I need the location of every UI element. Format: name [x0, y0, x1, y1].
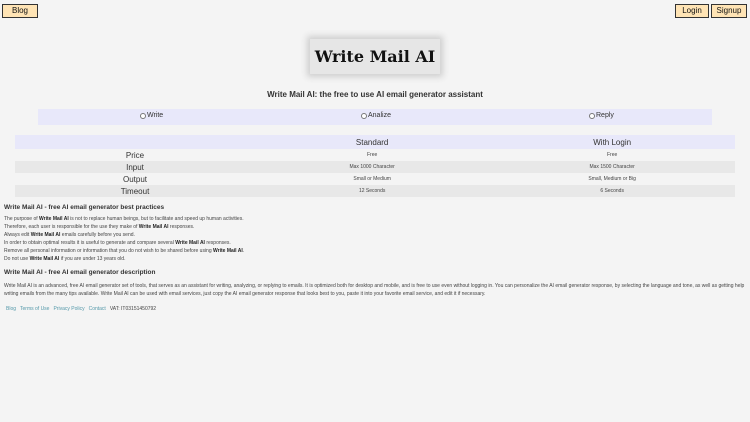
- list-item: Remove all personal information or infor…: [4, 248, 245, 254]
- plans-comparison-table: Standard With Login Price Free Free Inpu…: [15, 135, 735, 197]
- mode-analize-option[interactable]: Analize: [361, 112, 391, 119]
- table-cell: 12 Seconds: [255, 185, 490, 197]
- table-header-standard: Standard: [255, 135, 490, 149]
- row-label: Timeout: [15, 185, 255, 197]
- signup-button[interactable]: Signup: [711, 4, 747, 18]
- table-cell: Free: [607, 152, 618, 158]
- table-row: Timeout 12 Seconds 6 Seconds: [15, 185, 735, 197]
- list-item: Do not use Write Mail AI if you are unde…: [4, 256, 126, 262]
- page-subtitle: Write Mail AI: the free to use AI email …: [267, 90, 483, 99]
- mode-reply-label: Reply: [596, 112, 614, 119]
- description-title: Write Mail AI - free AI email generator …: [4, 269, 156, 276]
- mode-reply-option[interactable]: Reply: [589, 112, 614, 119]
- mode-selector: Write Analize Reply: [38, 109, 712, 125]
- login-button[interactable]: Login: [675, 4, 709, 18]
- table-header-row: Standard With Login: [15, 135, 735, 149]
- radio-icon[interactable]: [589, 112, 595, 119]
- list-item: Therefore, each user is responsible for …: [4, 224, 195, 230]
- table-header-empty: [15, 135, 255, 149]
- table-cell: Free: [367, 152, 378, 158]
- radio-icon[interactable]: [361, 112, 367, 119]
- blog-button[interactable]: Blog: [2, 4, 38, 18]
- mode-analize-label: Analize: [368, 112, 391, 119]
- radio-icon[interactable]: [140, 112, 146, 119]
- footer-link-terms[interactable]: Terms of Use: [20, 306, 49, 312]
- row-label: Input: [15, 161, 255, 173]
- table-cell: Small, Medium or Big: [588, 176, 636, 182]
- site-logo: Write Mail AI: [310, 39, 440, 74]
- table-row: Price Free Free: [15, 149, 735, 161]
- best-practices-list: The purpose of Write Mail AI is not to r…: [4, 215, 244, 263]
- footer-link-blog[interactable]: Blog: [6, 306, 16, 312]
- vat-number: VAT: IT03151450792: [109, 306, 157, 312]
- table-cell: Max 1000 Character: [255, 161, 490, 173]
- best-practices-title: Write Mail AI - free AI email generator …: [4, 204, 165, 211]
- table-cell: Max 1500 Character: [489, 161, 735, 173]
- list-item: Always edit Write Mail AI emails careful…: [4, 232, 135, 238]
- row-label: Output: [122, 174, 147, 184]
- table-row: Input Max 1000 Character Max 1500 Charac…: [15, 161, 735, 173]
- mode-write-option[interactable]: Write: [140, 112, 163, 119]
- list-item: The purpose of Write Mail AI is not to r…: [4, 216, 244, 222]
- mode-write-label: Write: [147, 112, 164, 119]
- footer: Blog Terms of Use Privacy Policy Contact…: [6, 306, 156, 312]
- table-row: Output Small or Medium Small, Medium or …: [15, 173, 735, 185]
- footer-link-contact[interactable]: Contact: [89, 306, 106, 312]
- table-header-login: With Login: [489, 135, 735, 149]
- table-cell: Small or Medium: [353, 176, 391, 182]
- footer-link-privacy[interactable]: Privacy Policy: [53, 306, 84, 312]
- table-cell: 6 Seconds: [489, 185, 735, 197]
- list-item: In order to obtain optimal results it is…: [4, 240, 231, 246]
- description-text: Write Mail AI is an advanced, free AI em…: [4, 283, 745, 297]
- row-label: Price: [125, 150, 145, 160]
